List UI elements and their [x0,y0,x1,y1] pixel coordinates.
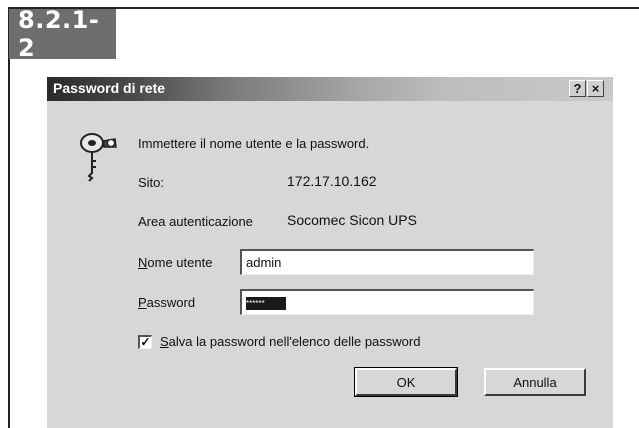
password-field[interactable]: ****** [240,289,534,315]
save-password-label-text: alva la password nell'elenco delle passw… [168,334,421,349]
password-label: Password [138,295,195,310]
close-button[interactable]: × [587,80,604,97]
username-field[interactable]: admin [240,249,534,275]
help-button[interactable]: ? [569,80,586,97]
dialog-title: Password di rete [53,80,166,96]
username-mnemonic: N [138,255,148,270]
username-label-text: ome utente [147,255,213,270]
site-value: 172.17.10.162 [287,173,377,189]
save-mnemonic: S [160,334,169,349]
key-icon [80,133,117,182]
save-password-label[interactable]: Salva la password nell'elenco delle pass… [160,334,420,349]
site-label: Sito: [138,175,165,190]
save-password-checkbox[interactable]: ✓ [138,335,152,349]
dialog-title-bar[interactable]: Password di rete ? × [47,77,613,101]
realm-label: Area autenticazione [138,214,253,229]
ok-button[interactable]: OK [354,367,458,397]
page-frame-left [8,7,10,428]
network-password-dialog: Password di rete ? × Immettere il nome u… [47,77,613,428]
realm-value: Socomec Sicon UPS [287,212,417,228]
password-label-text: assword [146,295,196,310]
instruction-text: Immettere il nome utente e la password. [138,136,370,151]
section-number-tag: 8.2.1-2 [9,6,116,62]
cancel-button[interactable]: Annulla [484,368,586,396]
username-label: Nome utente [138,255,212,270]
password-mask: ****** [246,297,286,311]
password-mnemonic: P [138,295,147,310]
